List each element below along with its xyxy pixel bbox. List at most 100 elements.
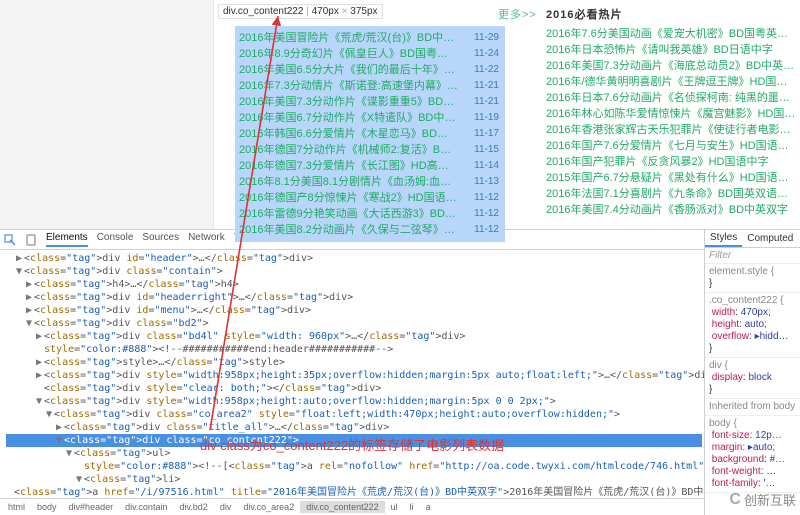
styles-tab[interactable]: Computed [742, 231, 798, 246]
style-rule[interactable]: Inherited from body [705, 399, 800, 416]
dom-line[interactable]: ▼<class="tag">div class="contain"> [6, 265, 702, 278]
list-item[interactable]: 2016年7.3分动情片《斯诺登:高速堡内幕》HD高清中字11-21 [239, 78, 499, 94]
crumb[interactable]: div.co_area2 [237, 501, 300, 513]
list-item[interactable]: 2016年美国6.5分大片《我们的最后十年》HD国语中字 11-22 [239, 62, 499, 78]
dom-line[interactable]: ▶<class="tag">div class="bd4l" style="wi… [6, 330, 702, 343]
movie-title: 2016年美国冒险片《荒虎/荒汉(台)》BD中英双字 [239, 30, 459, 46]
list-item[interactable]: 2016年德国7.3分爱情片《长江图》HD高清中英双字 11-14 [239, 158, 499, 174]
styles-filter[interactable]: Filter [705, 248, 800, 264]
movie-date: 11-14 [474, 158, 499, 174]
devtools-tab-sources[interactable]: Sources [142, 232, 179, 247]
list-item[interactable]: 2016年7.6分美国动画《爱宠大机密》BD国粤英三语中字 [546, 26, 796, 42]
movie-date: 11-29 [474, 30, 499, 46]
crumb[interactable]: ul [385, 501, 404, 513]
list-item[interactable]: 2016年日本7.6分动画片《名侦探柯南: 纯黑的噩梦》BD日语中字 [546, 90, 796, 106]
dom-line[interactable]: ▶<class="tag">div id="header">…</class="… [6, 252, 702, 265]
movie-date: 11-19 [474, 110, 499, 126]
movie-date: 11-12 [474, 222, 499, 238]
devtools-tab-elements[interactable]: Elements [46, 232, 88, 247]
movie-title: 2016年8.9分奇幻片《佩皇巨人》BD国粤英三语中字 [239, 46, 459, 62]
hot-movies-list: 2016年7.6分美国动画《爱宠大机密》BD国粤英三语中字2016年日本恐怖片《… [546, 26, 796, 218]
styles-pane: StylesComputed Filter element.style {}.c… [705, 230, 800, 515]
dom-line[interactable]: ▼<class="tag">div class="co_area2" style… [6, 408, 702, 421]
dom-line[interactable]: ▶<class="tag">div id="headerright">…</cl… [6, 291, 702, 304]
dom-line[interactable]: ▶<class="tag">div id="menu">…</class="ta… [6, 304, 702, 317]
movie-title: 2016年德国7分动作片《机械师2:复活》BD国英双语中英双字 [239, 142, 459, 158]
movie-date: 11-17 [474, 126, 499, 142]
movie-title: 2016年美国7.3分动作片《谍影重重5》BD国英双语中英双字 [239, 94, 459, 110]
element-hover-tooltip: div.co_content222 | 470px × 375px [218, 4, 383, 19]
list-item[interactable]: 2016年/德华黄明明喜剧片《王牌逗王牌》HD国语中字 [546, 74, 796, 90]
movie-title: 2016年德国7.3分爱情片《长江图》HD高清中英双字 [239, 158, 459, 174]
device-icon[interactable] [25, 234, 37, 246]
breadcrumb[interactable]: htmlbodydiv#headerdiv.containdiv.bd2divd… [0, 498, 704, 515]
hover-selector: div.co_content222 [223, 6, 303, 17]
list-item[interactable]: 2016年德国产8分惊悚片《寒战2》HD国语中字 11-12 [239, 190, 499, 206]
list-item[interactable]: 2016年8.1分美国8.1分剧情片《血汤姆:血战钢锯岭》BD中英双字11-13 [239, 174, 499, 190]
styles-tab[interactable]: Styles [705, 230, 742, 247]
dom-line[interactable]: ▶<class="tag">style>…</class="tag">style… [6, 356, 702, 369]
list-item[interactable]: 2016年法国7.1分喜剧片《九条命》BD国英双语中字 [546, 186, 796, 202]
list-item[interactable]: 2016年美国8.2分动画片《久保与二弦琴》BD中英双字 11-12 [239, 222, 499, 238]
page-gutter [0, 0, 214, 229]
dom-line[interactable]: ▶<class="tag">h4>…</class="tag">h4> [6, 278, 702, 291]
movie-title: 2016年韩国6.6分爱情片《木星恋马》BD中字 [239, 126, 459, 142]
dom-line[interactable]: style="color:#888"><!--###########end:he… [6, 343, 702, 356]
list-item[interactable]: 2016年美国6.7分动作片《X特遣队》BD中英双字 11-19 [239, 110, 499, 126]
devtools-tab-console[interactable]: Console [97, 232, 134, 247]
crumb[interactable]: a [420, 501, 437, 513]
list-item[interactable]: 2016年林心如陈华爱情惊悚片《魔宫魅影》HD国语中字 [546, 106, 796, 122]
list-item[interactable]: 2016年8.9分奇幻片《佩皇巨人》BD国粤英三语中字11-24 [239, 46, 499, 62]
dom-line[interactable]: ▼<class="tag">li> [6, 473, 702, 486]
list-item[interactable]: 2016年美国冒险片《荒虎/荒汉(台)》BD中英双字 11-29 [239, 30, 499, 46]
dom-line[interactable]: ▼<class="tag">div class="bd2"> [6, 317, 702, 330]
list-item[interactable]: 2016年韩国6.6分爱情片《木星恋马》BD中字 11-17 [239, 126, 499, 142]
list-item[interactable]: 2016年国产7.6分爱情片《七月与安生》HD国语中字 [546, 138, 796, 154]
list-item[interactable]: 2016年美国7.4分动画片《香肠派对》BD中英双字 [546, 202, 796, 218]
list-item[interactable]: 2016年美国7.3分动作片《谍影重重5》BD国英双语中英双字 11-21 [239, 94, 499, 110]
style-rule[interactable]: div { display: block} [705, 358, 800, 399]
watermark: C 创新互联 [729, 490, 796, 509]
movie-title: 2016年美国6.7分动作片《X特遣队》BD中英双字 [239, 110, 459, 126]
movie-date: 11-21 [474, 94, 499, 110]
dom-tree[interactable]: ▶<class="tag">div id="header">…</class="… [0, 250, 704, 498]
hot-heading: 2016必看热片 [546, 6, 622, 22]
crumb[interactable]: div [214, 501, 238, 513]
inspect-icon[interactable] [4, 234, 16, 246]
movie-title: 2016年美国8.2分动画片《久保与二弦琴》BD中英双字 [239, 222, 459, 238]
hover-width: 470px [312, 6, 339, 17]
movie-date: 11-12 [474, 190, 499, 206]
dom-line[interactable]: ▶<class="tag">div class="title_all">…</c… [6, 421, 702, 434]
crumb[interactable]: div.contain [119, 501, 173, 513]
crumb[interactable]: div.bd2 [173, 501, 213, 513]
crumb[interactable]: div.co_content222 [300, 501, 384, 513]
style-rule[interactable]: .co_content222 { width: 470px; height: a… [705, 293, 800, 358]
dom-line[interactable]: ▼<class="tag">div style="width:958px;hei… [6, 395, 702, 408]
devtools-tab-network[interactable]: Network [188, 232, 225, 247]
crumb[interactable]: li [404, 501, 420, 513]
list-item[interactable]: 2016年日本恐怖片《请叫我英雄》BD日语中字 [546, 42, 796, 58]
movie-title: 2016年美国6.5分大片《我们的最后十年》HD国语中字 [239, 62, 459, 78]
more-link[interactable]: 更多>> [498, 6, 537, 22]
list-item[interactable]: 2016年国产犯罪片《反贪风暴2》HD国语中字 [546, 154, 796, 170]
movie-date: 11-13 [474, 174, 499, 190]
list-item[interactable]: 2015年国产6.7分悬疑片《黑处有什么》HD国语中英双字 [546, 170, 796, 186]
watermark-text: 创新互联 [744, 490, 796, 509]
list-item[interactable]: 2016年德国7分动作片《机械师2:复活》BD国英双语中英双字11-15 [239, 142, 499, 158]
movie-date: 11-12 [474, 206, 499, 222]
dom-line[interactable]: style="color:#888"><!--[<class="tag">a r… [6, 460, 702, 473]
dom-line[interactable]: ▶<class="tag">div style="width:958px;hei… [6, 369, 702, 382]
list-item[interactable]: 2016年美国7.3分动画片《海底总动员2》BD中英双字 [546, 58, 796, 74]
crumb[interactable]: html [2, 501, 31, 513]
movie-date: 11-21 [474, 78, 499, 94]
dom-line[interactable]: <class="tag">div style="clear: both;"></… [6, 382, 702, 395]
dom-line[interactable]: <class="tag">a href="/i/97516.html" titl… [6, 486, 702, 498]
style-rule[interactable]: element.style {} [705, 264, 800, 293]
movie-date: 11-22 [474, 62, 499, 78]
style-rule[interactable]: body { font-size: 12p… margin: ▸auto; ba… [705, 416, 800, 493]
movie-title: 2016年德国产8分惊悚片《寒战2》HD国语中字 [239, 190, 459, 206]
list-item[interactable]: 2016年香港张家辉古天乐犯罪片《使徒行者电影版》BD双语中字 [546, 122, 796, 138]
crumb[interactable]: body [31, 501, 63, 513]
crumb[interactable]: div#header [63, 501, 120, 513]
list-item[interactable]: 2016年雷德9分艳笑动画《大话西游3》BD国粤双语中字11-12 [239, 206, 499, 222]
